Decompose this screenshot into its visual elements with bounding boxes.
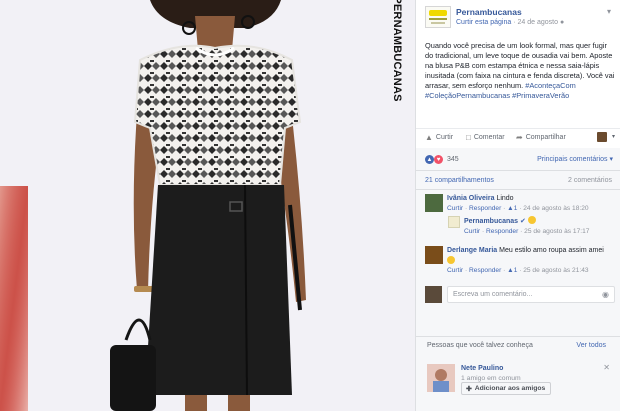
- chevron-down-icon[interactable]: ▾: [607, 7, 611, 16]
- hashtag-link[interactable]: #AconteçaCom: [525, 81, 576, 90]
- suggested-person-photo[interactable]: [427, 364, 455, 392]
- comment-reply-link[interactable]: Responder: [469, 205, 501, 212]
- comment-icon: □: [466, 133, 471, 142]
- page-name-link[interactable]: Pernambucanas: [456, 7, 522, 17]
- add-friend-icon: ✚: [466, 385, 472, 393]
- write-comment-row: Escreva um comentário... ◉: [425, 286, 615, 303]
- smiley-icon: [527, 216, 536, 224]
- shares-link[interactable]: 21 compartilhamentos: [425, 177, 494, 184]
- comments-count[interactable]: 2 comentários: [568, 177, 612, 184]
- camera-icon[interactable]: ◉: [602, 290, 609, 299]
- verified-badge-icon: ✔: [520, 218, 526, 225]
- model-illustration: [0, 0, 306, 411]
- reactions-summary[interactable]: ▲ ♥ 345: [425, 155, 459, 164]
- thumbs-up-icon: ▲: [425, 133, 433, 142]
- share-button[interactable]: ➦ Compartilhar: [516, 133, 566, 142]
- comment-sort-dropdown[interactable]: Principais comentários ▾: [537, 155, 613, 163]
- globe-icon: ●: [559, 19, 565, 26]
- avatar[interactable]: [425, 246, 443, 264]
- page-avatar[interactable]: [425, 6, 451, 28]
- comment-time[interactable]: 25 de agosto às 17:17: [524, 228, 589, 235]
- post-text: Quando você precisa de um look formal, m…: [425, 41, 615, 101]
- post-meta: Curtir esta página · 24 de agosto ●: [456, 19, 565, 26]
- avatar[interactable]: [425, 286, 442, 303]
- hashtag-link[interactable]: #PrimaveraVerão: [512, 91, 569, 100]
- suggested-person-name[interactable]: Nete Paulino: [461, 365, 503, 372]
- like-button[interactable]: ▲ Curtir: [425, 133, 453, 142]
- comment-time[interactable]: 25 de agosto às 21:43: [523, 267, 588, 274]
- avatar[interactable]: [425, 194, 443, 212]
- avatar[interactable]: [448, 216, 460, 228]
- heart-reaction-icon: ♥: [434, 155, 443, 164]
- close-icon[interactable]: ✕: [603, 363, 610, 372]
- post-actions: ▲ Curtir □ Comentar ➦ Compartilhar ▾: [416, 130, 620, 146]
- comment-like-link[interactable]: Curtir: [447, 205, 463, 212]
- comment-button[interactable]: □ Comentar: [466, 133, 505, 142]
- post-detail-panel: Pernambucanas Curtir esta página · 24 de…: [415, 0, 620, 411]
- like-page-link[interactable]: Curtir esta página: [456, 19, 511, 26]
- post-photo[interactable]: PERNAMBUCANAS: [0, 0, 415, 411]
- hashtag-link[interactable]: #ColeçãoPernambucanas: [425, 91, 510, 100]
- see-all-link[interactable]: Ver todos: [576, 342, 606, 349]
- share-icon: ➦: [516, 133, 523, 142]
- add-friend-button[interactable]: ✚ Adicionar aos amigos: [461, 382, 552, 395]
- comment-time[interactable]: 24 de agosto às 18:20: [523, 205, 588, 212]
- comment-reply-link[interactable]: Responder: [469, 267, 501, 274]
- comment-reply-link[interactable]: Responder: [486, 228, 518, 235]
- mutual-friends[interactable]: 1 amigo em comum: [461, 375, 521, 382]
- pymk-title: Pessoas que você talvez conheça: [427, 342, 533, 349]
- comment-input[interactable]: Escreva um comentário... ◉: [447, 286, 615, 303]
- comment-like-link[interactable]: Curtir: [447, 267, 463, 274]
- chevron-down-icon[interactable]: ▾: [612, 133, 615, 140]
- comment-like-link[interactable]: Curtir: [464, 228, 480, 235]
- like-reaction-icon: ▲: [425, 155, 434, 164]
- brand-watermark: PERNAMBUCANAS: [391, 0, 403, 102]
- smiley-icon: [447, 255, 455, 264]
- post-date[interactable]: 24 de agosto: [518, 19, 558, 26]
- avatar[interactable]: [597, 132, 607, 142]
